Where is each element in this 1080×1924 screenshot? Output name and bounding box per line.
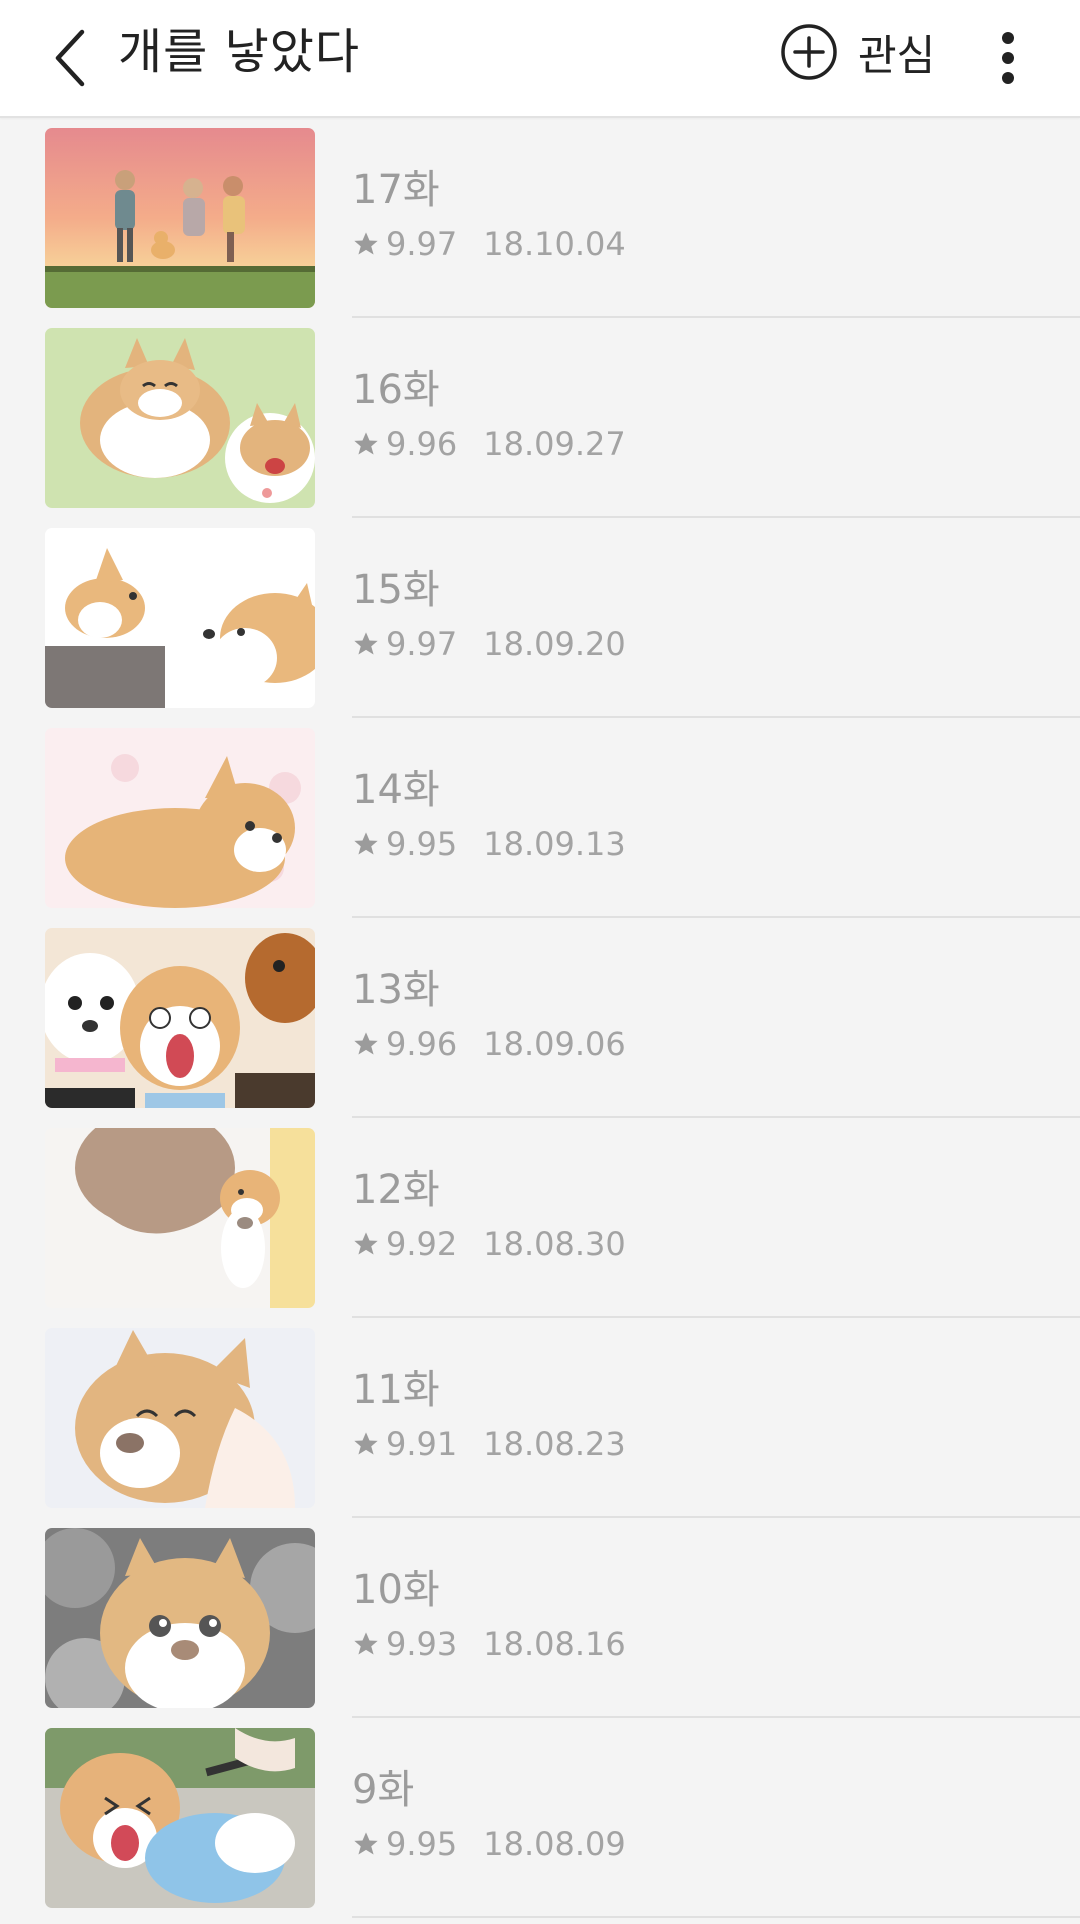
favorite-label: 관심: [858, 30, 936, 80]
episode-row[interactable]: 9화 9.95 18.08.09: [0, 1718, 1080, 1918]
episode-title: 14화: [352, 767, 440, 813]
episode-thumbnail: [45, 128, 315, 308]
episode-row[interactable]: 13화 9.96 18.09.06: [0, 918, 1080, 1118]
episode-meta: 9.97 18.10.04: [352, 224, 626, 264]
episode-thumbnail: [45, 1728, 315, 1908]
episode-row[interactable]: 10화 9.93 18.08.16: [0, 1518, 1080, 1718]
episode-title: 17화: [352, 167, 440, 213]
episode-date: 18.09.27: [483, 425, 626, 463]
episode-thumbnail: [45, 1528, 315, 1708]
more-options-button[interactable]: [984, 20, 1032, 96]
episode-thumbnail: [45, 328, 315, 508]
back-button[interactable]: [30, 18, 110, 98]
page-title: 개를 낳았다: [118, 24, 361, 80]
star-icon: [354, 1232, 378, 1255]
episode-date: 18.08.23: [483, 1425, 626, 1463]
star-icon: [354, 432, 378, 455]
episode-row[interactable]: 16화 9.96 18.09.27: [0, 318, 1080, 518]
app-screen: 개를 낳았다 관심 17화 9.97 18.10.04 16화 9.96 18.…: [0, 0, 1080, 1924]
episode-meta: 9.92 18.08.30: [352, 1224, 626, 1264]
episode-rating: 9.97: [386, 225, 458, 263]
episode-rating: 9.91: [386, 1425, 458, 1463]
star-icon: [354, 1032, 378, 1055]
episode-rating: 9.93: [386, 1625, 458, 1663]
episode-rating: 9.95: [386, 825, 458, 863]
episode-title: 16화: [352, 367, 440, 413]
star-icon: [354, 832, 378, 855]
episode-rating: 9.97: [386, 625, 458, 663]
chevron-left-icon: [55, 29, 85, 87]
add-favorite-button[interactable]: 관심: [780, 22, 935, 82]
episode-title: 10화: [352, 1567, 440, 1613]
star-icon: [354, 232, 378, 255]
episode-date: 18.09.13: [483, 825, 626, 863]
episode-row[interactable]: 11화 9.91 18.08.23: [0, 1318, 1080, 1518]
episode-row[interactable]: 12화 9.92 18.08.30: [0, 1118, 1080, 1318]
episode-rating: 9.92: [386, 1225, 458, 1263]
episode-date: 18.08.30: [483, 1225, 626, 1263]
episode-thumbnail: [45, 928, 315, 1108]
episode-thumbnail: [45, 528, 315, 708]
episode-rating: 9.96: [386, 1025, 458, 1063]
star-icon: [354, 632, 378, 655]
plus-circle-icon: [781, 24, 837, 80]
star-icon: [354, 1632, 378, 1655]
episode-date: 18.08.16: [483, 1625, 626, 1663]
star-icon: [354, 1832, 378, 1855]
episode-thumbnail: [45, 728, 315, 908]
episode-title: 9화: [352, 1767, 415, 1813]
episode-rating: 9.96: [386, 425, 458, 463]
more-vertical-icon: [1002, 32, 1014, 84]
episode-date: 18.08.09: [483, 1825, 626, 1863]
star-icon: [354, 1432, 378, 1455]
episode-thumbnail: [45, 1328, 315, 1508]
episode-title: 12화: [352, 1167, 440, 1213]
episode-row[interactable]: 15화 9.97 18.09.20: [0, 518, 1080, 718]
episode-date: 18.10.04: [483, 225, 626, 263]
episode-title: 15화: [352, 567, 440, 613]
episode-list: 17화 9.97 18.10.04 16화 9.96 18.09.27 15화 …: [0, 118, 1080, 1918]
row-divider: [352, 1916, 1080, 1918]
episode-date: 18.09.06: [483, 1025, 626, 1063]
episode-meta: 9.96 18.09.27: [352, 424, 626, 464]
episode-row[interactable]: 17화 9.97 18.10.04: [0, 118, 1080, 318]
top-app-bar: 개를 낳았다 관심: [0, 0, 1080, 118]
episode-meta: 9.95 18.09.13: [352, 824, 626, 864]
episode-meta: 9.97 18.09.20: [352, 624, 626, 664]
episode-row[interactable]: 14화 9.95 18.09.13: [0, 718, 1080, 918]
episode-date: 18.09.20: [483, 625, 626, 663]
episode-meta: 9.96 18.09.06: [352, 1024, 626, 1064]
episode-thumbnail: [45, 1128, 315, 1308]
episode-meta: 9.91 18.08.23: [352, 1424, 626, 1464]
episode-meta: 9.95 18.08.09: [352, 1824, 626, 1864]
episode-title: 11화: [352, 1367, 440, 1413]
episode-meta: 9.93 18.08.16: [352, 1624, 626, 1664]
episode-rating: 9.95: [386, 1825, 458, 1863]
episode-title: 13화: [352, 967, 440, 1013]
